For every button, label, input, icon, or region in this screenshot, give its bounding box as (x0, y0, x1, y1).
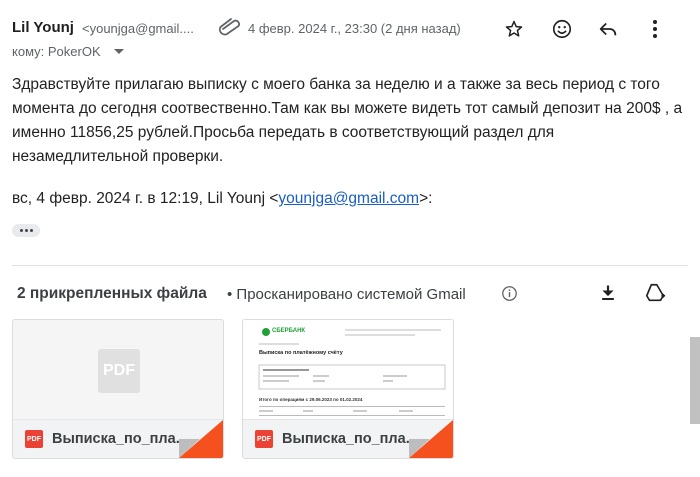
emoji-icon[interactable] (548, 15, 576, 43)
sender-name[interactable]: Lil Younj (12, 19, 74, 36)
show-trimmed-content-button[interactable] (12, 224, 40, 237)
attachment-card-2[interactable]: СБЕРБАНК Выписка по платёжному счёту Ито… (242, 319, 454, 459)
recipient-line: кому: PokerOK (12, 44, 101, 59)
corner-fold-shadow (409, 439, 430, 458)
paperclip-icon[interactable] (217, 16, 243, 38)
reply-icon[interactable] (594, 15, 622, 43)
corner-fold-shadow (179, 439, 200, 458)
attachments-count: 2 прикрепленных файла (17, 285, 207, 302)
info-icon[interactable] (501, 285, 518, 302)
scrollbar-thumb[interactable] (690, 337, 700, 424)
quote-suffix: >: (419, 190, 433, 207)
attachment-card-1[interactable]: PDF PDF Выписка_по_пла... (12, 319, 224, 459)
scan-status: • Просканировано системой Gmail (227, 286, 466, 303)
message-date: 4 февр. 2024 г., 23:30 (2 дня назад) (248, 21, 461, 36)
star-icon[interactable] (500, 15, 528, 43)
add-to-drive-icon[interactable] (641, 279, 669, 307)
download-all-icon[interactable] (594, 279, 622, 307)
pdf-file-icon: PDF (255, 430, 273, 448)
quote-email-link[interactable]: younjga@gmail.com (278, 190, 419, 207)
quote-header: вс, 4 февр. 2024 г. в 12:19, Lil Younj <… (12, 190, 432, 208)
quote-prefix: вс, 4 февр. 2024 г. в 12:19, Lil Younj < (12, 190, 279, 207)
pdf-file-icon: PDF (25, 430, 43, 448)
bank-name: СБЕРБАНК (272, 328, 306, 334)
attachment-footer: PDF Выписка_по_пла... (243, 419, 453, 458)
pdf-placeholder-icon: PDF (98, 349, 140, 393)
divider (12, 265, 688, 266)
more-vert-icon[interactable] (641, 15, 669, 43)
attachment-file-name[interactable]: Выписка_по_пла... (52, 431, 188, 447)
chevron-down-icon[interactable] (114, 49, 124, 54)
sender-email[interactable]: <younjga@gmail.... (82, 21, 202, 36)
statement-title: Выписка по платёжному счёту (259, 350, 343, 356)
message-body: Здравствуйте прилагаю выписку с моего ба… (12, 76, 683, 165)
attachment-footer: PDF Выписка_по_пла... (13, 419, 223, 458)
document-preview: СБЕРБАНК Выписка по платёжному счёту Ито… (243, 320, 453, 420)
attachment-file-name[interactable]: Выписка_по_пла... (282, 431, 418, 447)
statement-period: Итого по операциям с 29.06.2023 по 01.02… (259, 397, 363, 402)
